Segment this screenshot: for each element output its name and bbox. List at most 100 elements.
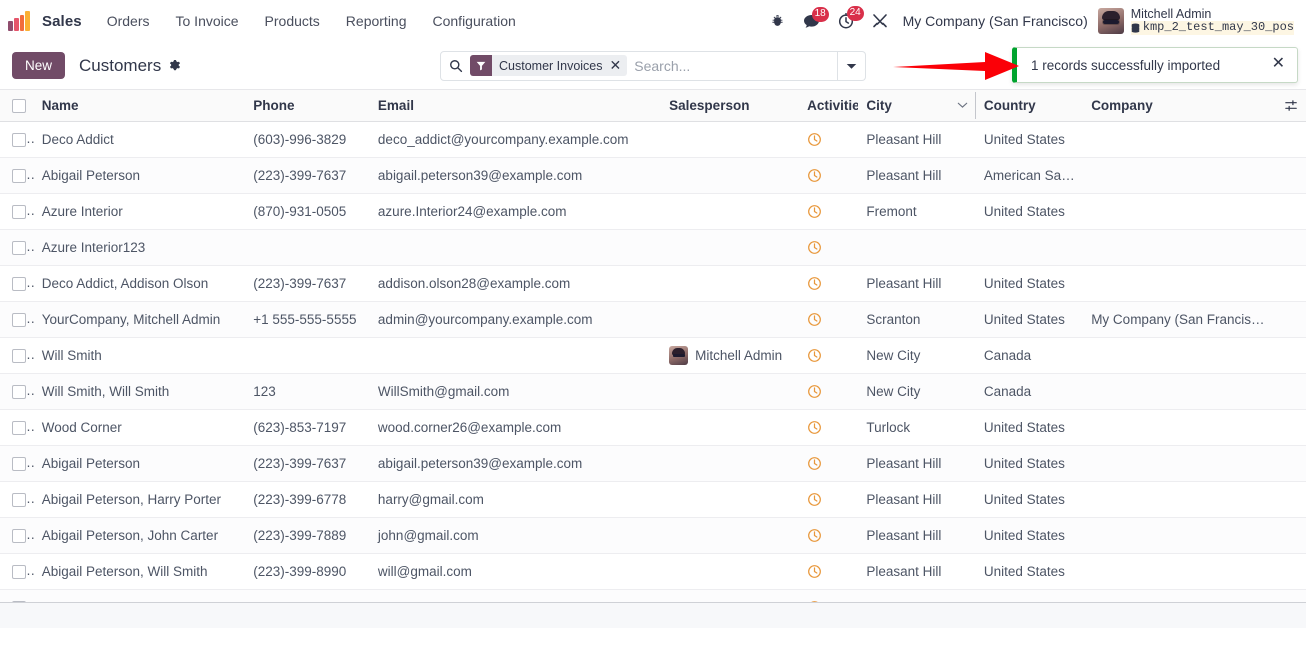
table-row[interactable]: Wood Corner (623)-853-7197 wood.corner26@e… — [0, 409, 1306, 446]
column-options-icon[interactable] — [1277, 98, 1306, 113]
cell-country[interactable]: United States — [975, 193, 1084, 230]
cell-company[interactable] — [1083, 445, 1278, 482]
tools-icon[interactable] — [872, 13, 888, 29]
cell-salesperson[interactable]: Mitchell Admin — [661, 337, 800, 374]
row-checkbox[interactable] — [12, 528, 26, 543]
column-header-company[interactable]: Company — [1083, 90, 1278, 122]
cell-city[interactable]: New City — [858, 373, 976, 410]
column-header-country[interactable]: Country — [975, 90, 1084, 122]
cell-phone[interactable]: +1 555-555-5555 — [245, 301, 370, 338]
row-checkbox[interactable] — [12, 384, 26, 399]
clock-icon[interactable] — [807, 384, 850, 399]
cell-country[interactable]: United States — [975, 121, 1084, 158]
cell-activities[interactable] — [799, 301, 859, 338]
clock-icon[interactable] — [807, 492, 850, 507]
cell-city[interactable]: New City — [858, 589, 976, 602]
column-header-activities[interactable]: Activities — [799, 90, 867, 122]
cell-phone[interactable] — [245, 229, 370, 266]
cell-activities[interactable] — [799, 553, 859, 590]
row-checkbox[interactable] — [12, 132, 26, 147]
cell-phone[interactable]: 123 — [245, 373, 370, 410]
cell-salesperson[interactable] — [661, 553, 800, 590]
cell-salesperson[interactable] — [661, 409, 800, 446]
cell-country[interactable]: United States — [975, 301, 1084, 338]
cell-salesperson[interactable] — [661, 373, 800, 410]
clock-icon[interactable] — [807, 348, 850, 363]
cell-company[interactable] — [1083, 373, 1278, 410]
cell-city[interactable]: Pleasant Hill — [858, 121, 976, 158]
cell-country[interactable]: United States — [975, 517, 1084, 554]
cell-phone[interactable]: (623)-853-7197 — [245, 409, 370, 446]
app-name-sales[interactable]: Sales — [40, 13, 94, 30]
cell-activities[interactable] — [799, 373, 859, 410]
new-button[interactable]: New — [12, 52, 66, 79]
cell-email[interactable]: azure.Interior24@example.com — [369, 193, 662, 230]
cell-country[interactable]: Canada — [975, 589, 1084, 602]
cell-city[interactable]: Pleasant Hill — [858, 517, 976, 554]
cell-email[interactable]: deco_addict@yourcompany.example.com — [369, 121, 662, 158]
cell-name[interactable]: Abigail Peterson — [33, 445, 246, 482]
gear-icon[interactable] — [168, 59, 181, 72]
column-header-email[interactable]: Email — [369, 90, 662, 122]
row-checkbox[interactable] — [12, 204, 26, 219]
cell-city[interactable]: Pleasant Hill — [858, 265, 976, 302]
clock-icon[interactable] — [807, 420, 850, 435]
cell-activities[interactable] — [799, 229, 859, 266]
cell-company[interactable] — [1083, 157, 1278, 194]
cell-phone[interactable]: (603)-996-3829 — [245, 121, 370, 158]
cell-activities[interactable] — [799, 157, 859, 194]
cell-email[interactable]: abc@gmail.com — [369, 589, 662, 602]
cell-email[interactable]: admin@yourcompany.example.com — [369, 301, 662, 338]
cell-phone[interactable]: (223)-399-7637 — [245, 157, 370, 194]
cell-email[interactable] — [369, 229, 662, 266]
cell-name[interactable]: Will Smith, Will Smith Lorance — [33, 589, 246, 602]
clock-icon[interactable] — [807, 240, 850, 255]
table-row[interactable]: Abigail Peterson, John Carter (223)-399-7… — [0, 517, 1306, 554]
cell-activities[interactable] — [799, 481, 859, 518]
clock-icon[interactable] — [807, 168, 850, 183]
row-checkbox[interactable] — [12, 456, 26, 471]
cell-name[interactable]: Abigail Peterson — [33, 157, 246, 194]
row-checkbox[interactable] — [12, 168, 26, 183]
messages-icon[interactable]: 18 — [803, 6, 829, 29]
cell-phone[interactable]: (223)-399-7637 — [245, 445, 370, 482]
cell-name[interactable]: Will Smith, Will Smith — [33, 373, 246, 410]
table-row[interactable]: Will Smith, Will Smith 123 WillSmith@gmail… — [0, 373, 1306, 410]
table-row[interactable]: Will Smith, Will Smith Lorance123abc@gma… — [0, 589, 1306, 602]
cell-company[interactable] — [1083, 229, 1278, 266]
activities-clock-icon[interactable]: 24 — [838, 6, 864, 29]
cell-city[interactable]: Pleasant Hill — [858, 553, 976, 590]
cell-company[interactable] — [1083, 409, 1278, 446]
cell-company[interactable] — [1083, 121, 1278, 158]
cell-name[interactable]: YourCompany, Mitchell Admin — [33, 301, 246, 338]
row-checkbox[interactable] — [12, 600, 26, 602]
cell-activities[interactable] — [799, 337, 859, 374]
table-row[interactable]: Abigail Peterson (223)-399-7637 abigail.pe… — [0, 445, 1306, 482]
cell-city[interactable]: Scranton — [858, 301, 976, 338]
row-checkbox[interactable] — [12, 312, 26, 327]
cell-company[interactable] — [1083, 337, 1278, 374]
clock-icon[interactable] — [807, 528, 850, 543]
clock-icon[interactable] — [807, 312, 850, 327]
row-checkbox[interactable] — [12, 492, 26, 507]
cell-city[interactable]: Pleasant Hill — [858, 481, 976, 518]
current-company-label[interactable]: My Company (San Francisco) — [903, 13, 1088, 29]
cell-activities[interactable] — [799, 589, 859, 602]
cell-company[interactable] — [1083, 265, 1278, 302]
cell-city[interactable]: New City — [858, 337, 976, 374]
cell-city[interactable]: Turlock — [858, 409, 976, 446]
cell-salesperson[interactable] — [661, 265, 800, 302]
cell-salesperson[interactable] — [661, 445, 800, 482]
cell-country[interactable]: American Samoa — [975, 157, 1084, 194]
cell-salesperson[interactable] — [661, 121, 800, 158]
nav-item-configuration[interactable]: Configuration — [420, 9, 529, 33]
cell-name[interactable]: Abigail Peterson, Will Smith — [33, 553, 246, 590]
row-checkbox[interactable] — [12, 564, 26, 579]
table-row[interactable]: Deco Addict (603)-996-3829 deco_addict@you… — [0, 121, 1306, 158]
cell-activities[interactable] — [799, 193, 859, 230]
cell-city[interactable]: Fremont — [858, 193, 976, 230]
column-header-city[interactable]: City — [858, 90, 976, 122]
table-row[interactable]: Azure Interior (870)-931-0505 azure.Interi… — [0, 193, 1306, 230]
cell-activities[interactable] — [799, 445, 859, 482]
cell-email[interactable]: abigail.peterson39@example.com — [369, 157, 662, 194]
